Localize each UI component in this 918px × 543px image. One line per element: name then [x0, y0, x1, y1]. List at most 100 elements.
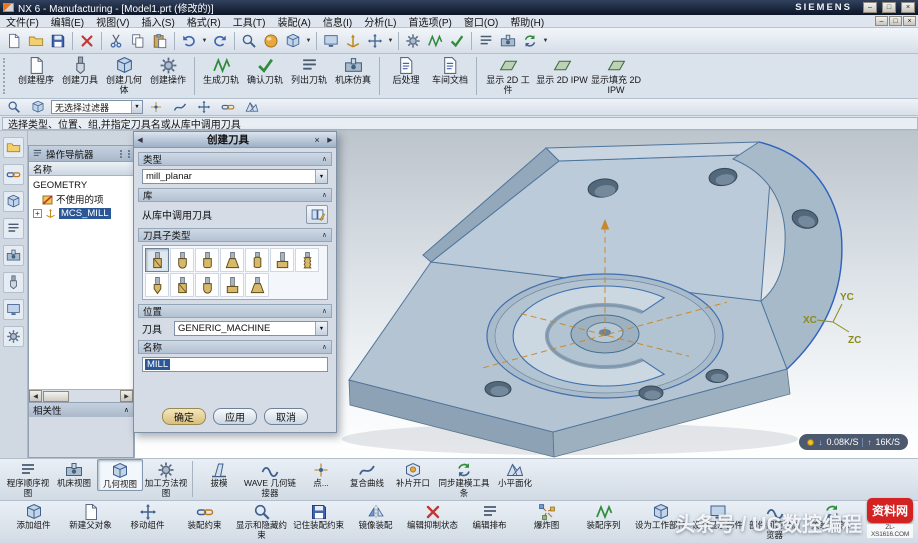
navigator-header[interactable]: 操作导航器 [29, 146, 133, 162]
redo-icon[interactable] [209, 30, 231, 52]
reuse-library-icon[interactable] [3, 272, 24, 293]
tree-row-geometry[interactable]: GEOMETRY [29, 178, 133, 192]
web-browser-icon[interactable] [3, 299, 24, 320]
subtype-t-slot-cutter[interactable] [270, 248, 294, 272]
exploded-view-button[interactable]: 爆炸图 [518, 501, 575, 531]
subtype-drill[interactable] [145, 273, 169, 297]
program-order-view-button[interactable]: 程序顺序视图 [5, 459, 51, 498]
subtype-ball-mill-2[interactable] [195, 273, 219, 297]
machining-method-view-button[interactable]: 加工方法视图 [143, 459, 189, 498]
open-file-icon[interactable] [25, 30, 47, 52]
patch-opening-button[interactable]: 补片开口 [390, 459, 436, 489]
child-close-button[interactable]: × [903, 16, 916, 26]
machine-simulation-button[interactable]: 机床仿真 [331, 54, 375, 98]
tool-location-combo[interactable]: GENERIC_MACHINE ▼ [174, 321, 328, 336]
zoom-icon[interactable] [238, 30, 260, 52]
machine-tool-view-button[interactable]: 机床视图 [51, 459, 97, 489]
location-section-header[interactable]: 位置 ∧ [138, 304, 332, 318]
menu-window[interactable]: 窗口(O) [458, 14, 504, 29]
create-tool-button[interactable]: 创建刀具 [58, 54, 102, 98]
csys-icon[interactable] [342, 30, 364, 52]
mirror-assembly-button[interactable]: 镜像装配 [347, 501, 404, 531]
minimize-button[interactable]: – [863, 2, 877, 13]
assembly-navigator-icon[interactable] [3, 137, 24, 158]
scroll-left-icon[interactable]: ◀ [29, 390, 42, 402]
add-component-button[interactable]: 添加组件 [5, 501, 62, 531]
menu-assemblies[interactable]: 装配(A) [271, 14, 316, 29]
navigator-grip-icon[interactable] [120, 150, 130, 158]
tool-subtype-section-header[interactable]: 刀具子类型 ∧ [138, 228, 332, 242]
menu-information[interactable]: 信息(I) [317, 14, 358, 29]
create-operation-button[interactable]: 创建操作 [146, 54, 190, 98]
save-icon[interactable] [47, 30, 69, 52]
menu-analysis[interactable]: 分析(L) [358, 14, 402, 29]
draft-button[interactable]: 拔模 [196, 459, 242, 489]
create-program-button[interactable]: 创建程序 [14, 54, 58, 98]
menu-tools[interactable]: 工具(T) [227, 14, 272, 29]
copy-icon[interactable] [127, 30, 149, 52]
dialog-close-icon[interactable]: × [310, 135, 324, 145]
horizontal-scrollbar[interactable]: ◀ ▶ [29, 389, 133, 402]
synchronous-modeling-toolbar-button[interactable]: 同步建模工具条 [436, 459, 492, 498]
name-section-header[interactable]: 名称 ∧ [138, 340, 332, 354]
sync-icon[interactable] [519, 30, 541, 52]
edit-suppression-state-button[interactable]: 编辑抑制状态 [404, 501, 461, 531]
assembly-sequence-button[interactable]: 装配序列 [575, 501, 632, 531]
show-2d-ipw-button[interactable]: 显示 2D IPW [535, 54, 589, 98]
subtype-t-cutter-2[interactable] [220, 273, 244, 297]
snap-facet-icon[interactable] [241, 96, 263, 118]
machine-navigator-icon[interactable] [3, 245, 24, 266]
dialog-back-icon[interactable]: ◀ [134, 136, 146, 144]
close-button[interactable]: × [901, 2, 915, 13]
combo-arrow-icon[interactable]: ▼ [315, 170, 327, 183]
dialog-titlebar[interactable]: ◀ 创建刀具 × ▶ [134, 132, 336, 148]
composite-curve-button[interactable]: 复合曲线 [344, 459, 390, 489]
list-icon[interactable] [475, 30, 497, 52]
move-dropdown-icon[interactable]: ▼ [386, 38, 395, 44]
expand-icon[interactable]: + [33, 209, 42, 218]
combo-arrow-icon[interactable]: ▼ [131, 101, 142, 113]
subtype-bull-nose-mill[interactable] [195, 248, 219, 272]
history-icon[interactable] [3, 326, 24, 347]
apply-button[interactable]: 应用 [213, 408, 257, 425]
menu-edit[interactable]: 编辑(E) [45, 14, 90, 29]
combo-arrow-icon[interactable]: ▼ [315, 322, 327, 335]
operation-navigator-icon[interactable] [3, 218, 24, 239]
cancel-button[interactable]: 取消 [264, 408, 308, 425]
constraint-navigator-icon[interactable] [3, 164, 24, 185]
type-section-header[interactable]: 类型 ∧ [138, 152, 332, 166]
library-section-header[interactable]: 库 ∧ [138, 188, 332, 202]
tree-row-mcs-mill[interactable]: + MCS_MILL [29, 206, 133, 220]
subtype-chamfer-2[interactable] [245, 273, 269, 297]
machine-icon[interactable] [497, 30, 519, 52]
cut-icon[interactable] [105, 30, 127, 52]
menu-format[interactable]: 格式(R) [181, 14, 227, 29]
create-geometry-button[interactable]: 创建几何体 [102, 54, 146, 98]
show-2d-workpiece-button[interactable]: 显示 2D 工件 [481, 54, 535, 98]
wireframe-view-icon[interactable] [282, 30, 304, 52]
show-hide-constraints-button[interactable]: 显示和隐藏约束 [233, 501, 290, 540]
child-restore-button[interactable]: □ [889, 16, 902, 26]
facet-body-button[interactable]: 小平面化 [492, 459, 538, 489]
assembly-constraints-button[interactable]: 装配约束 [176, 501, 233, 531]
ok-button[interactable]: 确定 [162, 408, 206, 425]
menu-view[interactable]: 视图(V) [90, 14, 135, 29]
maximize-button[interactable]: □ [882, 2, 896, 13]
type-combo[interactable]: mill_planar ▼ [142, 169, 328, 184]
menu-file[interactable]: 文件(F) [0, 14, 45, 29]
menu-insert[interactable]: 插入(S) [135, 14, 180, 29]
call-tool-from-library-button[interactable] [306, 205, 328, 224]
settings-icon[interactable] [402, 30, 424, 52]
scrollbar-thumb[interactable] [43, 391, 69, 402]
toolbar-options-icon[interactable]: ▼ [541, 38, 550, 44]
remember-constraints-button[interactable]: 记住装配约束 [290, 501, 347, 531]
move-object-icon[interactable] [364, 30, 386, 52]
verify-toolpath-button[interactable]: 确认刀轨 [243, 54, 287, 98]
menu-help[interactable]: 帮助(H) [504, 14, 550, 29]
create-new-parent-button[interactable]: 新建父对象 [62, 501, 119, 531]
paste-icon[interactable] [149, 30, 171, 52]
new-file-icon[interactable] [3, 30, 25, 52]
subtype-ball-mill[interactable] [170, 248, 194, 272]
tree-row-unused-items[interactable]: 不使用的项 [29, 192, 133, 206]
postprocess-button[interactable]: 后处理 [384, 54, 428, 98]
